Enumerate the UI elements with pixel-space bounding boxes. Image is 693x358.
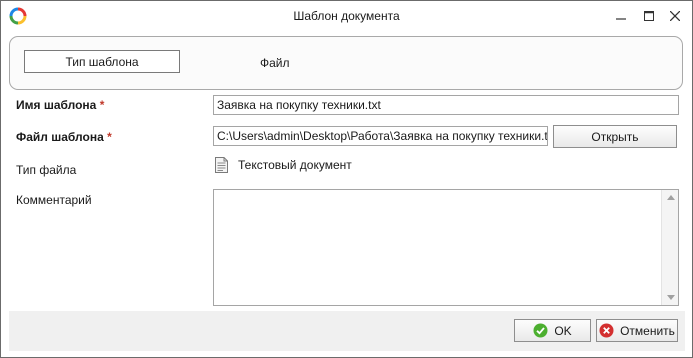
close-button[interactable] <box>663 5 687 27</box>
template-file-path-input[interactable]: C:\Users\admin\Desktop\Работа\Заявка на … <box>213 126 548 146</box>
template-name-input[interactable]: Заявка на покупку техники.txt <box>213 95 679 115</box>
close-icon <box>670 11 680 21</box>
comment-scrollbar[interactable] <box>661 190 678 305</box>
ok-button-label: OK <box>554 323 572 338</box>
comment-textarea[interactable] <box>213 189 679 306</box>
template-file-label: Файл шаблона * <box>16 130 112 144</box>
template-file-label-text: Файл шаблона <box>16 130 104 144</box>
maximize-button[interactable] <box>637 5 661 27</box>
minimize-icon <box>616 18 626 20</box>
file-type-value: Текстовый документ <box>238 158 352 172</box>
comment-text <box>214 190 678 196</box>
chevron-up-icon <box>666 195 675 200</box>
file-type-label: Тип файла <box>16 163 77 177</box>
comment-label: Комментарий <box>16 193 92 207</box>
required-marker: * <box>99 98 105 112</box>
text-document-icon <box>215 157 228 173</box>
template-name-label: Имя шаблона * <box>16 98 104 112</box>
title-bar[interactable]: Шаблон документа <box>1 1 692 31</box>
tab-template-type[interactable]: Тип шаблона <box>24 50 180 73</box>
open-file-button-label: Открыть <box>591 129 639 144</box>
tab-file[interactable]: Файл <box>260 56 290 70</box>
tab-panel: Тип шаблона Файл <box>9 36 683 90</box>
template-name-label-text: Имя шаблона <box>16 98 97 112</box>
window-title: Шаблон документа <box>293 9 400 23</box>
ok-button[interactable]: OK <box>514 319 591 342</box>
chevron-down-icon <box>666 295 675 300</box>
minimize-button[interactable] <box>609 5 633 27</box>
dialog-window: Шаблон документа Тип шаблона Файл Имя ша… <box>0 0 693 358</box>
scroll-down-arrow[interactable] <box>666 293 675 302</box>
check-circle-icon <box>533 323 548 338</box>
required-marker: * <box>107 130 112 144</box>
cancel-button-label: Отменить <box>620 323 675 338</box>
open-file-button[interactable]: Открыть <box>553 125 677 148</box>
scroll-up-arrow[interactable] <box>666 193 675 202</box>
cancel-button[interactable]: Отменить <box>596 319 678 342</box>
cancel-circle-icon <box>599 323 614 338</box>
maximize-icon <box>644 11 654 21</box>
